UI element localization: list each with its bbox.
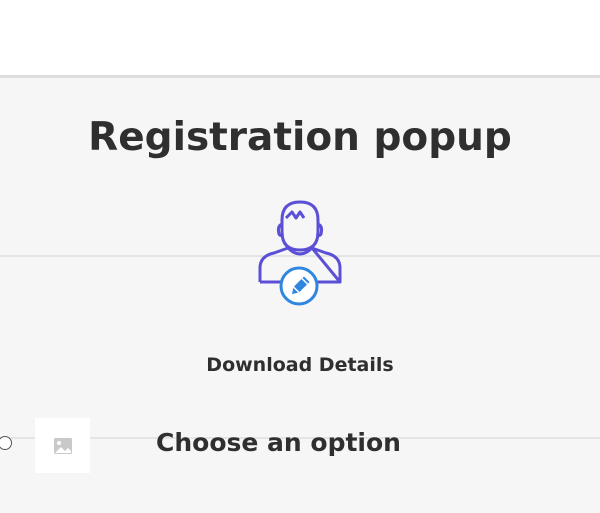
download-details-label: Download Details — [206, 354, 394, 376]
user-edit-icon — [258, 200, 342, 306]
option-heading: Choose an option — [156, 428, 401, 457]
page-title: Registration popup — [88, 115, 512, 160]
option-thumbnail[interactable] — [35, 418, 90, 473]
image-placeholder-icon — [53, 437, 72, 454]
top-bar — [0, 0, 600, 75]
user-head — [280, 200, 320, 252]
